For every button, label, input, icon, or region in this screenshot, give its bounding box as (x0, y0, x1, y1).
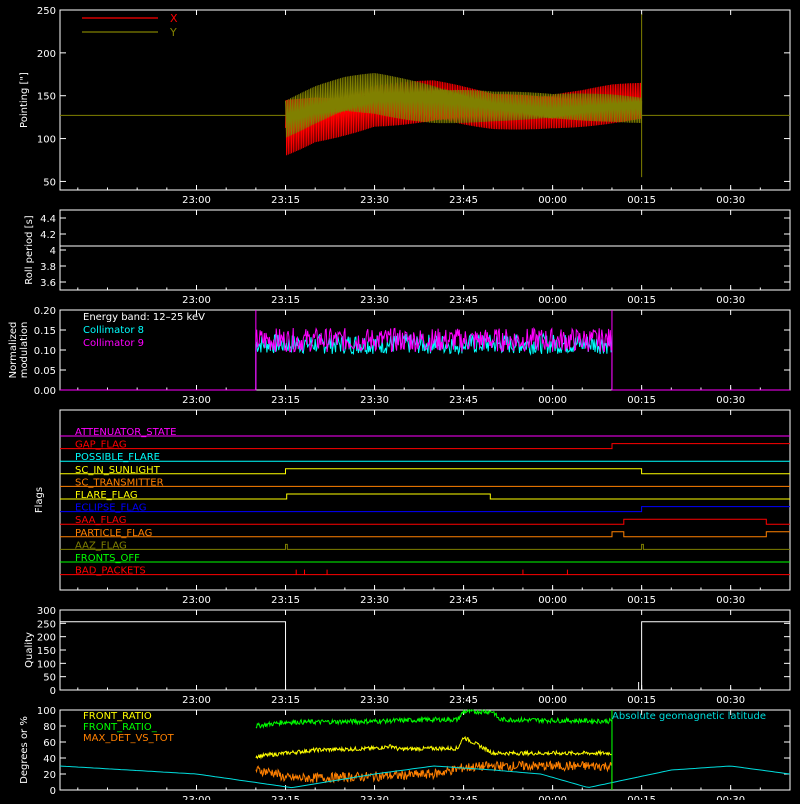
y-tick-label: 150 (37, 92, 56, 103)
y-tick-label: 100 (37, 135, 56, 146)
flag-label: FRONTS_OFF (75, 553, 140, 564)
y-tick-label: 0.15 (34, 326, 56, 337)
legend-label-x: X (170, 12, 178, 25)
y-tick-label: 0 (50, 786, 56, 797)
flag-label: GAP_FLAG (75, 440, 127, 451)
y-tick-label: 4.4 (40, 214, 56, 225)
legend-label-y: Y (169, 26, 177, 39)
x-tick-label: 23:00 (182, 295, 211, 306)
y-tick-label: 50 (43, 177, 56, 188)
x-tick-label: 00:15 (627, 595, 656, 606)
x-tick-label: 23:15 (271, 695, 300, 706)
x-tick-label: 00:15 (627, 795, 656, 800)
x-tick-label: 00:15 (627, 395, 656, 406)
y-tick-label: 4 (50, 246, 56, 257)
x-tick-label: 23:30 (360, 595, 389, 606)
flag-label: SAA_FLAG (75, 515, 126, 526)
y-tick-label: 4.2 (40, 230, 56, 241)
y-tick-label: 100 (37, 659, 56, 670)
x-tick-label: 23:00 (182, 595, 211, 606)
legend-front-ratio: FRONT_RATIO (83, 711, 152, 722)
x-tick-label: 00:15 (627, 195, 656, 206)
legend-collimator-8: Collimator 8 (83, 325, 144, 336)
flags-ylabel: Flags (34, 487, 45, 513)
y-tick-label: 100 (37, 706, 56, 717)
flag-label: SC_TRANSMITTER (75, 477, 164, 488)
x-tick-label: 23:00 (182, 195, 211, 206)
x-tick-label: 23:00 (182, 395, 211, 406)
x-tick-label: 00:30 (716, 295, 745, 306)
y-tick-label: 40 (43, 754, 56, 765)
x-tick-label: 00:30 (716, 795, 745, 800)
legend-max-det-vs-tot: MAX_DET_VS_TOT (83, 733, 175, 744)
x-tick-label: 00:15 (627, 295, 656, 306)
modulation-energy-band: Energy band: 12–25 keV (83, 312, 205, 323)
flag-label: SC_IN_SUNLIGHT (75, 465, 161, 476)
roll-period-ylabel: Roll period [s] (24, 215, 35, 284)
y-tick-label: 20 (43, 770, 56, 781)
modulation-ylabel-line2: modulation (19, 322, 30, 379)
legend-geomagnetic-latitude: Absolute geomagnetic latitude (612, 711, 766, 722)
modulation-ylabel-line1: Normalized (8, 322, 19, 379)
x-tick-label: 23:30 (360, 195, 389, 206)
y-tick-label: 200 (37, 633, 56, 644)
y-tick-label: 250 (37, 619, 56, 630)
legend-front-ratio-2: FRONT_RATIO_ (83, 722, 158, 733)
x-tick-label: 00:00 (538, 295, 567, 306)
y-tick-label: 50 (43, 673, 56, 684)
x-tick-label: 23:30 (360, 795, 389, 800)
x-tick-label: 23:45 (449, 295, 478, 306)
x-tick-label: 23:15 (271, 395, 300, 406)
pointing-ylabel: Pointing ["] (19, 72, 30, 128)
x-tick-label: 00:00 (538, 595, 567, 606)
y-tick-label: 250 (37, 6, 56, 17)
ratios-ylabel: Degrees or % (19, 716, 30, 784)
x-tick-label: 00:00 (538, 195, 567, 206)
x-tick-label: 00:15 (627, 695, 656, 706)
y-tick-label: 150 (37, 646, 56, 657)
y-tick-label: 200 (37, 49, 56, 60)
x-tick-label: 00:00 (538, 695, 567, 706)
y-tick-label: 0.10 (34, 346, 56, 357)
x-tick-label: 23:15 (271, 195, 300, 206)
x-tick-label: 23:00 (182, 795, 211, 800)
x-tick-label: 23:45 (449, 395, 478, 406)
flag-label: ECLIPSE_FLAG (75, 503, 146, 514)
y-tick-label: 3.8 (40, 262, 56, 273)
flag-label: FLARE_FLAG (75, 490, 138, 501)
flag-label: AAZ_FLAG (75, 540, 127, 551)
x-tick-label: 23:45 (449, 695, 478, 706)
y-tick-label: 80 (43, 722, 56, 733)
flag-label: BAD_PACKETS (75, 566, 146, 577)
x-tick-label: 23:45 (449, 195, 478, 206)
x-tick-label: 00:30 (716, 195, 745, 206)
flag-label: ATTENUATOR_STATE (75, 427, 176, 438)
x-tick-label: 00:30 (716, 595, 745, 606)
x-tick-label: 00:00 (538, 395, 567, 406)
x-tick-label: 23:45 (449, 795, 478, 800)
flag-label: POSSIBLE_FLARE (75, 452, 160, 463)
y-tick-label: 3.6 (40, 278, 56, 289)
x-tick-label: 23:00 (182, 695, 211, 706)
x-tick-label: 23:30 (360, 295, 389, 306)
x-tick-label: 23:45 (449, 595, 478, 606)
y-tick-label: 0.05 (34, 366, 56, 377)
flag-label: PARTICLE_FLAG (75, 528, 152, 539)
x-tick-label: 23:15 (271, 795, 300, 800)
figure-root: Pointing ["] 23:00 23:15 23:30 23:45 00:00 00… (0, 0, 800, 804)
y-tick-label: 0.20 (34, 306, 56, 317)
x-tick-label: 00:30 (716, 395, 745, 406)
y-tick-label: 0 (50, 686, 56, 697)
y-tick-label: 300 (37, 606, 56, 617)
x-tick-label: 23:15 (271, 295, 300, 306)
x-tick-label: 23:30 (360, 695, 389, 706)
y-tick-label: 0.00 (34, 386, 56, 397)
y-tick-label: 60 (43, 738, 56, 749)
quality-ylabel: Quality (24, 632, 35, 668)
x-tick-label: 23:15 (271, 595, 300, 606)
x-tick-label: 23:30 (360, 395, 389, 406)
x-tick-label: 00:30 (716, 695, 745, 706)
x-tick-label: 00:00 (538, 795, 567, 800)
legend-collimator-9: Collimator 9 (83, 338, 144, 349)
